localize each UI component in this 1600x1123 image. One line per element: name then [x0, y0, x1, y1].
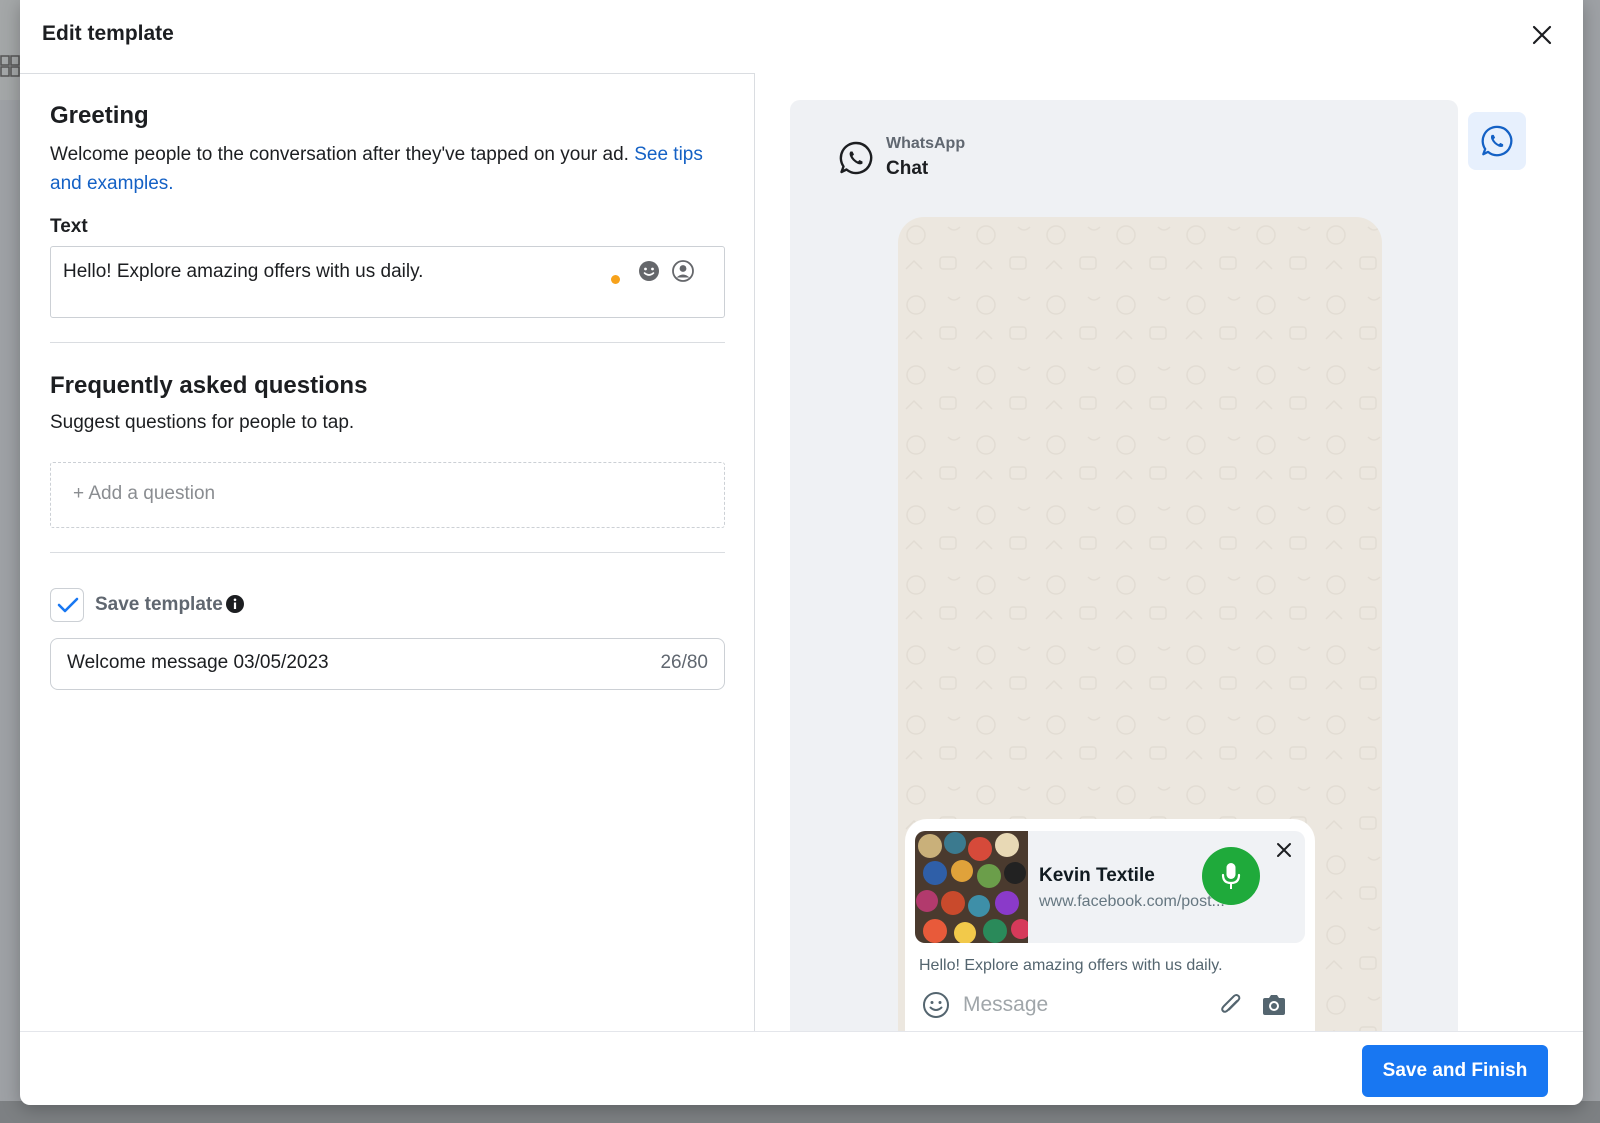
- close-icon[interactable]: [1275, 841, 1293, 859]
- camera-icon[interactable]: [1260, 991, 1288, 1019]
- whatsapp-channel-button[interactable]: [1468, 112, 1526, 170]
- personalize-icon[interactable]: [671, 259, 695, 283]
- fabric-rolls-image: [915, 831, 1028, 943]
- whatsapp-icon: [1481, 125, 1513, 157]
- character-count: 26/80: [660, 652, 708, 673]
- preview-app-name: WhatsApp: [886, 135, 966, 152]
- add-question-label: + Add a question: [73, 483, 216, 504]
- dialog-header: Edit template: [20, 0, 1583, 73]
- section-divider: [50, 552, 725, 553]
- whatsapp-icon: [839, 141, 873, 175]
- save-and-finish-button[interactable]: Save and Finish: [1362, 1045, 1548, 1097]
- preview-chat-label: Chat: [886, 158, 929, 179]
- whatsapp-preview: WhatsApp Chat Kevin Textile www.facebook…: [790, 100, 1458, 1031]
- greeting-title: Greeting: [50, 102, 149, 129]
- template-name-input[interactable]: Welcome message 03/05/2023 26/80: [50, 638, 725, 690]
- link-preview-title: Kevin Textile: [1039, 865, 1155, 886]
- save-template-label: Save template: [95, 594, 223, 615]
- checkmark-icon: [57, 597, 79, 613]
- grid-icon: [0, 55, 20, 77]
- greeting-description: Welcome people to the conversation after…: [50, 140, 710, 198]
- save-template-checkbox[interactable]: [50, 588, 84, 622]
- text-field-label: Text: [50, 216, 88, 237]
- faq-description: Suggest questions for people to tap.: [50, 412, 355, 433]
- emoji-icon[interactable]: [637, 259, 661, 283]
- add-question-button[interactable]: + Add a question: [50, 462, 725, 528]
- paperclip-icon[interactable]: [1217, 991, 1245, 1019]
- emoji-icon[interactable]: [922, 991, 950, 1019]
- status-dot: [611, 275, 620, 284]
- section-divider: [50, 342, 725, 343]
- greeting-description-text: Welcome people to the conversation after…: [50, 144, 629, 165]
- close-button[interactable]: [1529, 22, 1555, 48]
- phone-chat-screen: Kevin Textile www.facebook.com/post... H…: [898, 217, 1382, 1031]
- dialog-title: Edit template: [42, 22, 174, 45]
- template-name-value: Welcome message 03/05/2023: [67, 652, 329, 673]
- faq-title: Frequently asked questions: [50, 372, 368, 399]
- preview-message: Hello! Explore amazing offers with us da…: [919, 957, 1223, 974]
- template-form: Greeting Welcome people to the conversat…: [20, 73, 755, 1031]
- close-icon: [1532, 25, 1552, 45]
- microphone-icon: [1221, 863, 1241, 889]
- info-icon[interactable]: [225, 594, 245, 614]
- microphone-button[interactable]: [1202, 847, 1260, 905]
- edit-template-dialog: Edit template Greeting Welcome people to…: [20, 0, 1583, 1105]
- compose-panel: Kevin Textile www.facebook.com/post... H…: [905, 819, 1315, 1031]
- link-preview-url: www.facebook.com/post...: [1039, 893, 1225, 910]
- greeting-text-value: Hello! Explore amazing offers with us da…: [63, 261, 424, 282]
- dialog-footer: Save and Finish: [20, 1031, 1583, 1105]
- greeting-text-field[interactable]: Hello! Explore amazing offers with us da…: [50, 246, 725, 318]
- message-input[interactable]: Message: [963, 993, 1048, 1017]
